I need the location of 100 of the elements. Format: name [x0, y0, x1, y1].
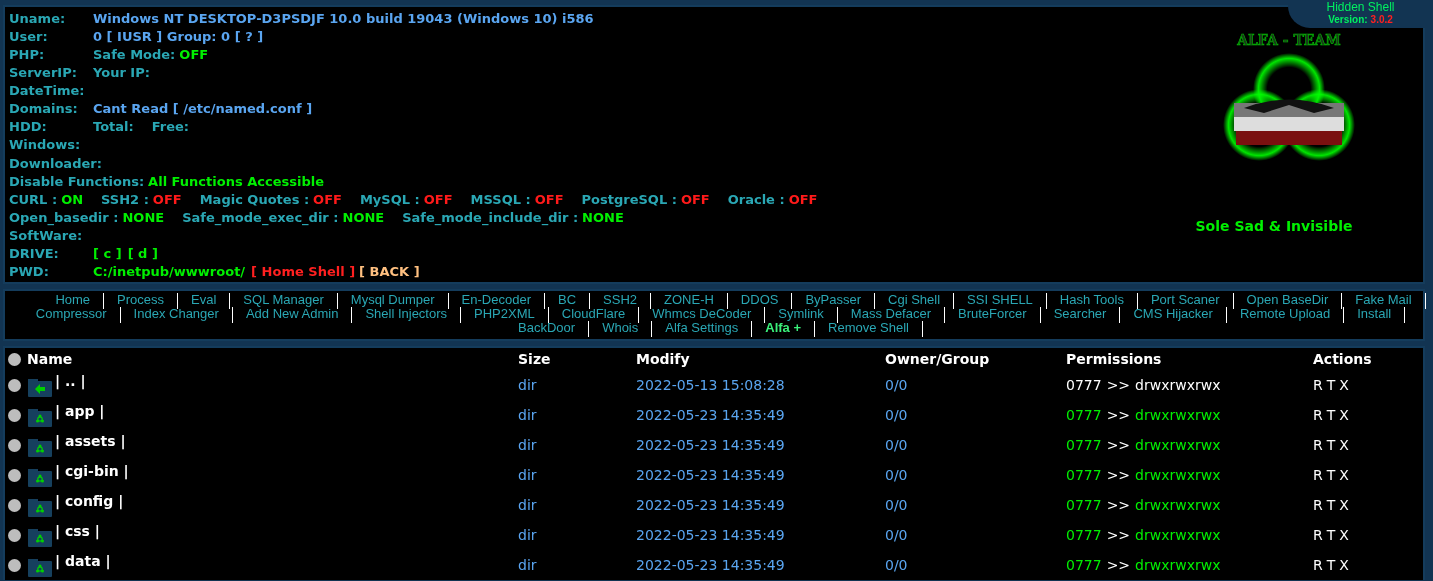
folder-icon[interactable] — [27, 468, 53, 488]
file-name-link[interactable]: | css | — [55, 523, 100, 539]
permission-string: drwxrwxrwx — [1135, 437, 1221, 453]
row-radio[interactable] — [8, 438, 21, 452]
info-label: Total: — [93, 119, 134, 135]
status-value: OFF — [152, 191, 182, 207]
menu-link[interactable]: Remove Shell — [815, 321, 923, 337]
size-cell-text: dir — [518, 497, 538, 513]
folder-icon[interactable] — [27, 528, 53, 548]
menu-link[interactable]: Searcher — [1040, 307, 1121, 323]
menu-link[interactable]: BC — [545, 293, 591, 309]
menu-link[interactable]: Remote Upload — [1226, 307, 1345, 323]
action-link[interactable]: X — [1339, 497, 1349, 513]
menu-link[interactable]: Fake Mail — [1342, 293, 1426, 309]
row-radio[interactable] — [8, 558, 21, 572]
folder-icon[interactable] — [27, 498, 53, 518]
back-link[interactable]: [ BACK ] — [359, 263, 420, 279]
action-link[interactable]: T — [1326, 377, 1336, 393]
row-radio[interactable] — [8, 408, 21, 422]
menu-link[interactable]: Compressor — [22, 307, 121, 323]
owner-cell-text: 0/0 — [885, 497, 909, 513]
row-radio[interactable] — [8, 528, 21, 542]
menu-link[interactable]: Eval — [178, 293, 231, 309]
menu-link[interactable]: Install — [1344, 307, 1406, 323]
menu-link[interactable]: Symlink — [765, 307, 838, 323]
menu-link[interactable]: Add New Admin — [232, 307, 353, 323]
action-link[interactable]: T — [1326, 467, 1336, 483]
action-link[interactable]: T — [1326, 527, 1336, 543]
action-link[interactable]: R — [1313, 407, 1323, 423]
path-link[interactable]: C:/inetpub/wwwroot/ — [93, 263, 246, 279]
menu-link[interactable]: CMS Hijacker — [1120, 307, 1227, 323]
menu-link[interactable]: Cgi Shell — [875, 293, 955, 309]
action-link[interactable]: T — [1326, 407, 1336, 423]
menu-link[interactable]: BruteForcer — [945, 307, 1041, 323]
menu-link[interactable]: PHP2XML — [461, 307, 549, 323]
menu-link[interactable]: SQL Manager — [230, 293, 338, 309]
menu-link[interactable]: Home — [42, 293, 105, 309]
menu-link[interactable]: BackDoor — [505, 321, 590, 337]
row-radio[interactable] — [8, 468, 21, 482]
file-name-link[interactable]: | .. | — [55, 373, 86, 389]
column-header: Actions — [1313, 351, 1373, 367]
home-shell-link[interactable]: [ Home Shell ] — [251, 263, 356, 279]
menu-link[interactable]: Hash Tools — [1046, 293, 1138, 309]
action-link[interactable]: R — [1313, 467, 1323, 483]
menu-link[interactable]: Mass Defacer — [837, 307, 946, 323]
action-link[interactable]: X — [1339, 467, 1349, 483]
row-radio[interactable] — [8, 378, 21, 392]
menu-link[interactable]: ByPasser — [792, 293, 876, 309]
info-label: MySQL : — [359, 191, 420, 207]
row-radio[interactable] — [8, 498, 21, 512]
menu-link[interactable]: DDOS — [727, 293, 793, 309]
menu-link[interactable]: ZONE-H — [651, 293, 728, 309]
file-name-link[interactable]: | config | — [55, 493, 124, 509]
menu-link[interactable]: Mysql Dumper — [337, 293, 449, 309]
file-name-link[interactable]: | app | — [55, 403, 105, 419]
back-arrow-folder-icon[interactable] — [27, 378, 53, 398]
info-label: CURL : — [9, 191, 58, 207]
path-link[interactable]: [ d ] — [127, 245, 158, 261]
modified-cell-text: 2022-05-23 14:35:49 — [636, 437, 786, 453]
select-all-radio[interactable] — [8, 352, 21, 366]
menu-link[interactable]: Port Scaner — [1137, 293, 1234, 309]
action-link[interactable]: R — [1313, 557, 1323, 573]
menu-link[interactable]: SSI SHELL — [954, 293, 1047, 309]
folder-icon[interactable] — [27, 558, 53, 578]
menu-link[interactable]: Process — [104, 293, 179, 309]
action-link[interactable]: R — [1313, 437, 1323, 453]
info-label: PostgreSQL : — [581, 191, 677, 207]
menu-link[interactable]: Whois — [589, 321, 653, 337]
folder-icon[interactable] — [27, 408, 53, 428]
menu-link[interactable]: En-Decoder — [448, 293, 545, 309]
action-link[interactable]: R — [1313, 377, 1323, 393]
permission-string: drwxrwxrwx — [1135, 377, 1221, 393]
action-link[interactable]: T — [1326, 497, 1336, 513]
action-link[interactable]: R — [1313, 497, 1323, 513]
action-link[interactable]: X — [1339, 437, 1349, 453]
menu-link[interactable]: Shell Injectors — [352, 307, 462, 323]
motto-text: Sole Sad & Invisible — [1195, 218, 1353, 234]
action-link[interactable]: T — [1326, 557, 1336, 573]
action-link[interactable]: X — [1339, 557, 1349, 573]
menu-link[interactable]: SSH2 — [590, 293, 651, 309]
menu-link[interactable]: Alfa + — [752, 321, 815, 337]
menu-link[interactable]: Open BaseDir — [1233, 293, 1343, 309]
column-header: Owner/Group — [885, 351, 991, 367]
action-link[interactable]: X — [1339, 377, 1349, 393]
menu-link[interactable]: Index Changer — [120, 307, 233, 323]
info-label: User: — [9, 29, 49, 45]
info-label: Magic Quotes : — [199, 191, 310, 207]
size-cell-text: dir — [518, 407, 538, 423]
path-link[interactable]: [ c ] — [93, 245, 122, 261]
file-name-link[interactable]: | data | — [55, 553, 111, 569]
file-name-link[interactable]: | cgi-bin | — [55, 463, 129, 479]
action-link[interactable]: T — [1326, 437, 1336, 453]
menu-link[interactable]: CloudFlare — [548, 307, 640, 323]
folder-icon[interactable] — [27, 438, 53, 458]
action-link[interactable]: X — [1339, 407, 1349, 423]
menu-link[interactable]: Alfa Settings — [652, 321, 753, 337]
action-link[interactable]: R — [1313, 527, 1323, 543]
action-link[interactable]: X — [1339, 527, 1349, 543]
file-name-link[interactable]: | assets | — [55, 433, 126, 449]
menu-link[interactable]: Whmcs DeCoder — [639, 307, 766, 323]
